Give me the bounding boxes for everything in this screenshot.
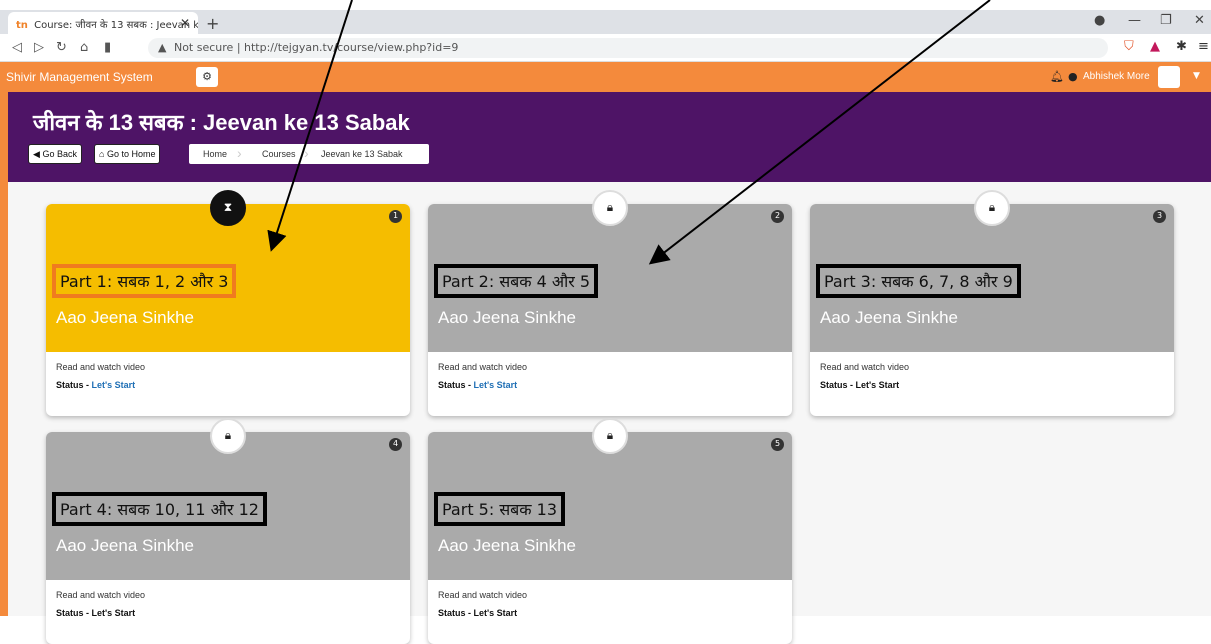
go-home-button[interactable]: ⌂ Go to Home [94,144,161,164]
card-number: 3 [1153,210,1166,223]
breadcrumb-course[interactable]: Jeevan ke 13 Sabak [321,149,403,159]
card-description: Read and watch video [56,590,146,600]
app-header: Shivir Management System ⚙ 🔔︎ ● Abhishek… [0,62,1211,92]
lock-icon: 🔒︎ [974,190,1010,226]
go-back-button[interactable]: ◀ Go Back [28,144,82,164]
site-favicon-icon: tn [16,20,28,31]
browser-tab[interactable]: tn Course: जीवन के 13 सबक : Jeevan k ✕ [8,12,198,34]
profile-icon[interactable]: ● [1094,13,1105,28]
minimize-icon[interactable]: — [1128,13,1141,28]
course-part-card[interactable]: 🔒︎ 3 Part 3: सबक 6, 7, 8 और 9 Aao Jeena … [810,190,1174,416]
card-status: Status - Let's Start [820,380,899,390]
card-subtitle: Aao Jeena Sinkhe [56,536,194,555]
home-icon: ⌂ [99,149,105,159]
address-bar[interactable]: ▲ Not secure | http://tejgyan.tv/course/… [148,38,1108,58]
menu-icon[interactable]: ≡ [1198,39,1209,54]
left-edge [0,92,8,616]
course-part-card[interactable]: ⧗ 1 Part 1: सबक 1, 2 और 3 Aao Jeena Sink… [46,190,410,416]
course-banner: जीवन के 13 सबक : Jeevan ke 13 Sabak ◀ Go… [8,92,1211,182]
bookmark-icon[interactable]: ▮ [104,40,111,55]
status-text: Let's Start [91,608,136,618]
status-label: Status - [438,608,474,618]
card-description: Read and watch video [438,362,528,372]
brand-name[interactable]: Shivir Management System [6,70,153,84]
course-part-card[interactable]: 🔒︎ 4 Part 4: सबक 10, 11 और 12 Aao Jeena … [46,418,410,644]
bell-icon[interactable]: 🔔︎ [1050,70,1064,83]
part-title: Part 1: सबक 1, 2 और 3 [52,264,237,298]
status-text: Let's Start [473,608,518,618]
url-text: http://tejgyan.tv/course/view.php?id=9 [244,41,459,54]
card-number: 5 [771,438,784,451]
card-subtitle: Aao Jeena Sinkhe [56,308,194,327]
settings-icon[interactable]: ⚙ [196,67,218,87]
status-label: Status - [438,380,474,390]
card-subtitle: Aao Jeena Sinkhe [438,308,576,327]
breadcrumb-home[interactable]: Home [203,149,227,159]
card-number: 2 [771,210,784,223]
home-icon[interactable]: ⌂ [80,40,88,55]
go-back-label: Go Back [42,149,77,159]
part-title: Part 4: सबक 10, 11 और 12 [52,492,267,526]
browser-tab-bar: tn Course: जीवन के 13 सबक : Jeevan k ✕ +… [0,10,1211,34]
triangle-icon[interactable]: ▲ [1150,39,1160,54]
part-title: Part 5: सबक 13 [434,492,566,526]
annotation-strip [0,0,1211,10]
avatar[interactable] [1158,66,1180,88]
status-label: Status - [820,380,856,390]
extensions-icon[interactable]: ✱ [1176,39,1187,54]
part-title: Part 2: सबक 4 और 5 [434,264,599,298]
course-part-card[interactable]: 🔒︎ 2 Part 2: सबक 4 और 5 Aao Jeena Sinkhe… [428,190,792,416]
breadcrumb: Home › Courses › Jeevan ke 13 Sabak [189,144,429,164]
chat-icon[interactable]: ● [1068,70,1078,83]
status-link[interactable]: Let's Start [474,380,518,390]
card-description: Read and watch video [820,362,910,372]
arrow-left-icon: ◀ [33,149,40,159]
close-tab-icon[interactable]: ✕ [180,16,190,30]
card-status: Status - Let's Start [438,380,517,390]
card-description: Read and watch video [56,362,146,372]
security-label: Not secure [173,41,234,54]
page-title: जीवन के 13 सबक : Jeevan ke 13 Sabak [33,110,410,135]
lock-icon: 🔒︎ [592,190,628,226]
card-status: Status - Let's Start [56,608,135,618]
card-number: 1 [389,210,402,223]
status-text: Let's Start [855,380,900,390]
course-part-card[interactable]: 🔒︎ 5 Part 5: सबक 13 Aao Jeena Sinkhe Rea… [428,418,792,644]
status-link[interactable]: Let's Start [92,380,136,390]
card-status: Status - Let's Start [56,380,135,390]
chevron-down-icon[interactable]: ▼ [1193,71,1200,81]
browser-toolbar: ◁ ▷ ↻ ⌂ ▮ ▲ Not secure | http://tejgyan.… [0,34,1211,62]
shield-icon[interactable]: ⛉ [1124,39,1134,54]
chevron-right-icon: › [304,145,309,161]
maximize-icon[interactable]: ❐ [1160,13,1172,28]
user-name[interactable]: Abhishek More [1083,71,1150,82]
status-label: Status - [56,608,92,618]
lock-icon: 🔒︎ [210,418,246,454]
breadcrumb-courses[interactable]: Courses [262,149,296,159]
go-home-label: Go to Home [106,149,156,159]
card-number: 4 [389,438,402,451]
tab-title: Course: जीवन के 13 सबक : Jeevan k [34,20,198,31]
warning-icon: ▲ [158,41,167,54]
close-window-icon[interactable]: ✕ [1194,13,1205,28]
chevron-right-icon: › [237,145,242,161]
back-icon[interactable]: ◁ [12,40,22,55]
card-subtitle: Aao Jeena Sinkhe [438,536,576,555]
hourglass-icon: ⧗ [210,190,246,226]
status-label: Status - [56,380,92,390]
card-description: Read and watch video [438,590,528,600]
reload-icon[interactable]: ↻ [56,40,67,55]
lock-icon: 🔒︎ [592,418,628,454]
card-status: Status - Let's Start [438,608,517,618]
new-tab-icon[interactable]: + [206,14,219,33]
part-title: Part 3: सबक 6, 7, 8 और 9 [816,264,1021,298]
forward-icon[interactable]: ▷ [34,40,44,55]
card-subtitle: Aao Jeena Sinkhe [820,308,958,327]
